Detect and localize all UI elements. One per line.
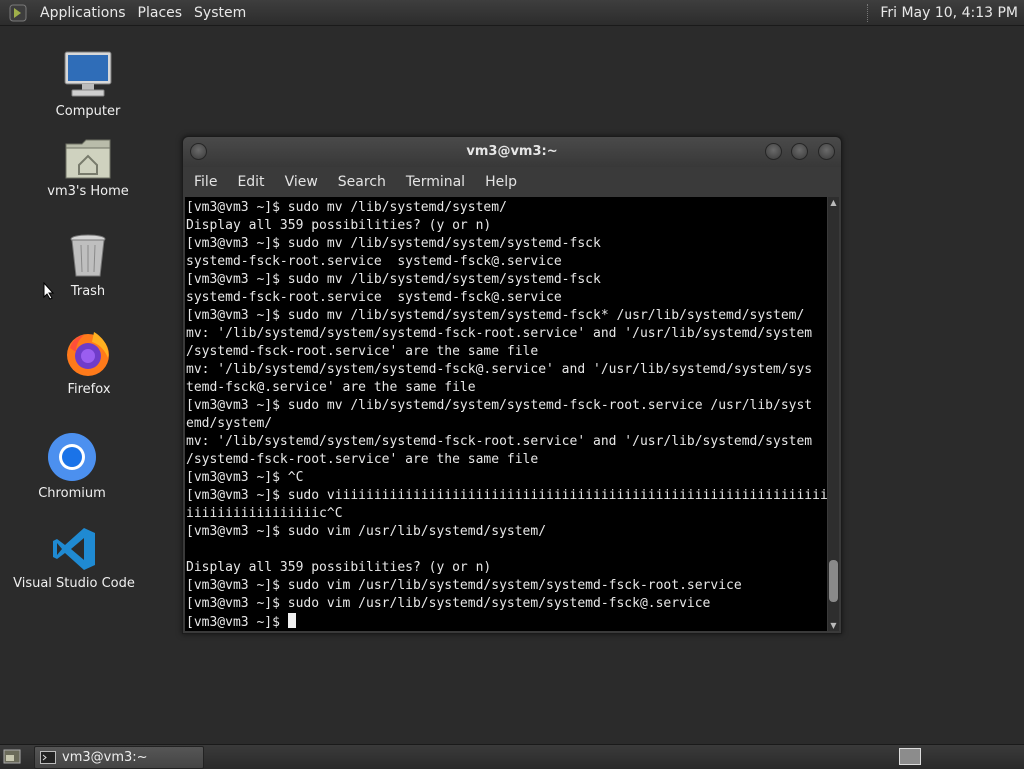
menu-system[interactable]: System (188, 5, 252, 21)
desktop-icon-computer[interactable]: Computer (23, 44, 153, 119)
menu-help[interactable]: Help (475, 174, 527, 190)
window-titlebar[interactable]: vm3@vm3:~ (183, 137, 841, 167)
menu-edit[interactable]: Edit (227, 174, 274, 190)
desktop-icon-label: Chromium (38, 486, 106, 501)
home-folder-icon (60, 124, 116, 180)
clock[interactable]: Fri May 10, 4:13 PM (880, 5, 1018, 21)
desktop-icon-label: Computer (55, 104, 121, 119)
menu-places[interactable]: Places (132, 5, 189, 21)
vertical-scrollbar[interactable]: ▲ ▼ (828, 197, 839, 631)
show-desktop-icon[interactable] (3, 749, 21, 764)
firefox-icon (61, 322, 117, 378)
menu-terminal[interactable]: Terminal (396, 174, 475, 190)
desktop-icon-label: Visual Studio Code (13, 576, 135, 591)
applications-logo-icon[interactable] (8, 3, 28, 23)
menu-file[interactable]: File (183, 174, 227, 190)
scrollbar-thumb[interactable] (829, 559, 838, 602)
taskbar-item-terminal[interactable]: vm3@vm3:~ (34, 746, 204, 769)
terminal-text: [vm3@vm3 ~]$ sudo mv /lib/systemd/system… (186, 200, 827, 630)
vscode-icon (46, 516, 102, 572)
scroll-down-arrow-icon[interactable]: ▼ (828, 620, 839, 631)
bottom-panel: vm3@vm3:~ (0, 744, 1024, 769)
desktop-icon-firefox[interactable]: Firefox (24, 322, 154, 397)
computer-icon (60, 44, 116, 100)
menu-applications[interactable]: Applications (34, 5, 132, 21)
desktop-icon-vscode[interactable]: Visual Studio Code (9, 516, 139, 591)
menu-view[interactable]: View (275, 174, 328, 190)
terminal-menubar: File Edit View Search Terminal Help (183, 168, 841, 196)
window-title: vm3@vm3:~ (466, 144, 558, 159)
taskbar-item-label: vm3@vm3:~ (62, 750, 148, 765)
text-cursor (287, 613, 296, 628)
scroll-up-arrow-icon[interactable]: ▲ (828, 197, 839, 208)
workspace-switcher[interactable] (899, 748, 921, 765)
top-panel: Applications Places System Fri May 10, 4… (0, 0, 1024, 26)
desktop-icon-chromium[interactable]: Chromium (7, 426, 137, 501)
maximize-button[interactable] (791, 143, 808, 160)
chromium-icon (44, 426, 100, 482)
desktop-icon-label: Trash (70, 284, 106, 299)
desktop-icon-home[interactable]: vm3's Home (23, 124, 153, 199)
trash-icon (60, 224, 116, 280)
desktop-icon-label: Firefox (67, 382, 111, 397)
terminal-icon (40, 751, 56, 764)
panel-separator (867, 3, 870, 22)
minimize-button[interactable] (765, 143, 782, 160)
desktop-icon-label: vm3's Home (47, 184, 129, 199)
terminal-window[interactable]: vm3@vm3:~ File Edit View Search Terminal… (182, 136, 842, 634)
mouse-pointer-icon (43, 282, 55, 300)
terminal-output[interactable]: [vm3@vm3 ~]$ sudo mv /lib/systemd/system… (185, 197, 827, 631)
close-button[interactable] (818, 143, 835, 160)
menu-search[interactable]: Search (328, 174, 396, 190)
